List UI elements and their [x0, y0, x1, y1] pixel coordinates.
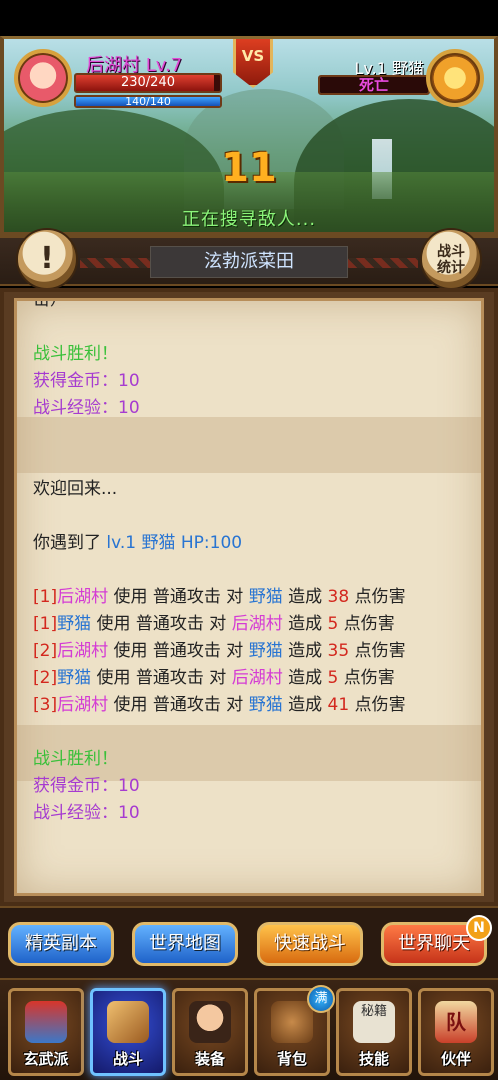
player-mp-bar: 140/140 [74, 95, 222, 108]
log-victory: 战斗胜利！ [33, 344, 118, 364]
action-bar: 精英副本 世界地图 快速战斗 世界聊天 N [0, 906, 498, 978]
battle-scene: 后湖村 Lv.7 230/240 140/140 VS Lv.1 野猫 死亡 1… [0, 36, 498, 236]
nav-backpack-label: 背包 [276, 1050, 307, 1068]
pagoda-icon [25, 1001, 67, 1043]
nav-skills[interactable]: 秘籍 技能 [336, 988, 412, 1076]
elite-dungeon-button[interactable]: 精英副本 [8, 922, 114, 966]
player-avatar[interactable] [14, 49, 72, 107]
exclamation-icon: ! [40, 241, 54, 276]
battle-log-frame: 击） 战斗胜利！ 获得金币：10 战斗经验：10 欢迎回来... 你遇到了 lv… [0, 288, 498, 906]
log-round-line: [1]后湖村 使用 普通攻击 对 野猫 造成 38 点伤害 [33, 587, 406, 607]
log-round-line: [2]野猫 使用 普通攻击 对 后湖村 造成 5 点伤害 [33, 668, 395, 688]
enemy-status: 死亡 [358, 76, 389, 94]
player-hp-text: 230/240 [120, 75, 175, 90]
backpack-icon [271, 1001, 313, 1043]
world-chat-button[interactable]: 世界聊天 N [381, 915, 492, 966]
log-encounter-prefix: 你遇到了 [33, 533, 107, 553]
log-gold: 获得金币：10 [33, 776, 140, 796]
nav-backpack[interactable]: 背包 满 [254, 985, 335, 1076]
log-encounter: 你遇到了 lv.1 野猫 HP:100 [33, 530, 473, 557]
player-mp-text: 140/140 [125, 95, 171, 108]
battle-stats-button[interactable]: 战斗 统计 [420, 228, 482, 290]
info-button[interactable]: ! [16, 228, 78, 290]
quick-battle-button[interactable]: 快速战斗 [257, 922, 363, 966]
countdown-timer: 11 [221, 145, 277, 191]
flag-icon-text: 队 [446, 1010, 466, 1034]
log-gold: 获得金币：10 [33, 371, 140, 391]
backpack-full-badge: 满 [307, 985, 335, 1013]
world-chat-label: 世界聊天 [398, 933, 470, 954]
log-exp: 战斗经验：10 [33, 803, 140, 823]
log-victory: 战斗胜利！ [33, 749, 118, 769]
log-encounter-enemy: lv.1 野猫 HP:100 [106, 533, 243, 553]
nav-skills-label: 技能 [358, 1050, 389, 1068]
log-round-line: [3]后湖村 使用 普通攻击 对 野猫 造成 41 点伤害 [33, 695, 406, 715]
nav-equipment[interactable]: 装备 [172, 988, 248, 1076]
enemy-hp-bar: 死亡 [318, 75, 430, 95]
battle-log[interactable]: 击） 战斗胜利！ 获得金币：10 战斗经验：10 欢迎回来... 你遇到了 lv… [14, 298, 484, 896]
world-map-button[interactable]: 世界地图 [132, 922, 238, 966]
scroll-icon: 秘籍 [353, 1001, 395, 1043]
status-strip [0, 0, 498, 36]
nav-sect[interactable]: 玄武派 [8, 988, 84, 1076]
vs-badge: VS [233, 39, 273, 88]
player-hp-bar: 230/240 [74, 73, 222, 93]
nav-battle[interactable]: 战斗 [90, 988, 166, 1076]
bottom-nav: 玄武派 战斗 装备 背包 满 秘籍 技能 队 伙伴 [0, 978, 498, 1080]
scroll-icon-text: 秘籍 [360, 1004, 387, 1019]
nav-partners[interactable]: 队 伙伴 [418, 988, 494, 1076]
nav-equipment-label: 装备 [194, 1050, 225, 1068]
log-round-line: [2]后湖村 使用 普通攻击 对 野猫 造成 35 点伤害 [33, 641, 406, 661]
nav-sect-label: 玄武派 [23, 1050, 69, 1068]
new-badge: N [466, 915, 492, 941]
swords-icon [107, 1001, 149, 1043]
battle-stats-label-2: 统计 [437, 260, 465, 276]
log-exp: 战斗经验：10 [33, 398, 140, 418]
nav-battle-label: 战斗 [112, 1050, 143, 1068]
hero-portrait-icon [189, 1001, 231, 1043]
location-title: 泫勃派菜田 [150, 246, 348, 278]
log-round-line: [1]野猫 使用 普通攻击 对 后湖村 造成 5 点伤害 [33, 614, 395, 634]
battle-stats-label-1: 战斗 [437, 244, 465, 260]
flag-icon: 队 [435, 1001, 477, 1043]
nav-partners-label: 伙伴 [440, 1050, 471, 1068]
battle-log-content: 击） 战斗胜利！ 获得金币：10 战斗经验：10 欢迎回来... 你遇到了 lv… [33, 298, 473, 827]
log-welcome: 欢迎回来... [33, 479, 118, 499]
search-status: 正在搜寻敌人... [181, 209, 317, 230]
enemy-avatar[interactable] [426, 49, 484, 107]
log-line-truncated: 击） [33, 298, 67, 310]
